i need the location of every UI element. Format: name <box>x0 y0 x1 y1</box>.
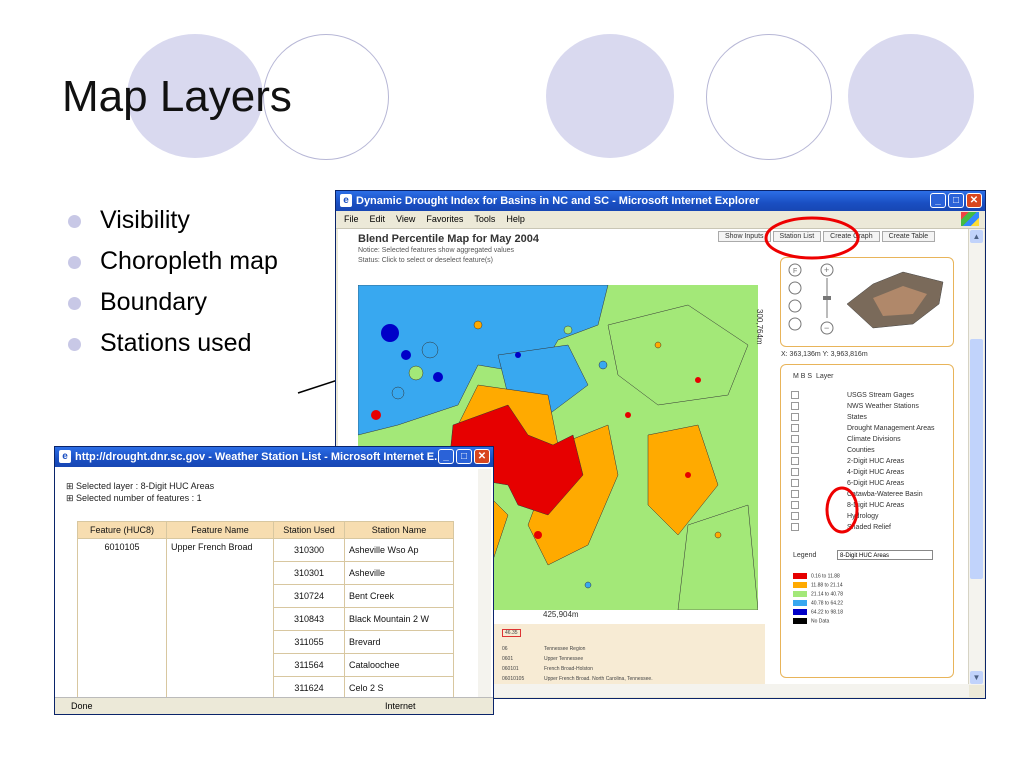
legend-item: No Data <box>793 618 829 625</box>
menu-help[interactable]: Help <box>506 211 525 228</box>
legend-swatch <box>793 582 807 588</box>
horizontal-scale: 425,904m <box>543 610 579 619</box>
legend-item: 21.14 to 40.78 <box>793 591 843 598</box>
minimize-button[interactable]: _ <box>438 449 454 464</box>
legend-item: 0.16 to 11.88 <box>793 573 840 580</box>
station-id-cell: 310300 <box>273 538 345 562</box>
station-name-cell: Asheville Wso Ap <box>344 538 454 562</box>
menu-bar: File Edit View Favorites Tools Help <box>336 211 985 229</box>
bullet-item: Stations used <box>66 323 278 364</box>
close-button[interactable]: ✕ <box>474 449 490 464</box>
station-list-window: e http://drought.dnr.sc.gov - Weather St… <box>54 446 494 715</box>
info-value: 46.35 <box>502 629 521 637</box>
ie-icon: e <box>340 194 352 207</box>
legend-item: 40.78 to 64.22 <box>793 600 843 607</box>
info-row: 0601 Upper Tennessee <box>502 656 584 662</box>
menu-edit[interactable]: Edit <box>370 211 386 228</box>
windows-logo-icon <box>961 212 979 226</box>
status-zone: Internet <box>385 701 416 711</box>
column-header: Feature Name <box>166 521 274 539</box>
popup-window-title: http://drought.dnr.sc.gov - Weather Stat… <box>75 451 444 463</box>
slide-title: Map Layers <box>62 72 292 121</box>
selected-count-text: ⊞ Selected number of features : 1 <box>66 493 202 503</box>
legend-label: 21.14 to 40.78 <box>811 591 843 598</box>
selected-layer-text: ⊞ Selected layer : 8-Digit HUC Areas <box>66 481 215 491</box>
ie-icon: e <box>59 450 71 463</box>
station-table: Feature (HUC8) Feature Name Station Used… <box>77 521 454 700</box>
menu-view[interactable]: View <box>396 211 415 228</box>
maximize-button[interactable]: □ <box>948 193 964 208</box>
station-name-cell: Bent Creek <box>344 584 454 608</box>
decor-ring <box>706 34 832 160</box>
decor-circle <box>848 34 974 158</box>
status-text: Status: Click to select or deselect feat… <box>358 257 493 264</box>
highlight-circles <box>764 216 860 534</box>
info-row: 06 Tennessee Region <box>502 646 586 652</box>
decor-circle <box>546 34 674 158</box>
popup-content: ⊞ Selected layer : 8-Digit HUC Areas ⊞ S… <box>58 469 476 700</box>
legend-label: 40.78 to 64.22 <box>811 600 843 607</box>
menu-favorites[interactable]: Favorites <box>426 211 463 228</box>
menu-file[interactable]: File <box>344 211 359 228</box>
legend-label: 0.16 to 11.88 <box>811 573 840 580</box>
column-header: Station Used <box>273 521 345 539</box>
legend-select[interactable]: 8-Digit HUC Areas <box>837 550 933 560</box>
column-header: Feature (HUC8) <box>77 521 167 539</box>
station-id-cell: 310843 <box>273 607 345 631</box>
station-id-cell: 310724 <box>273 584 345 608</box>
legend-swatch <box>793 591 807 597</box>
station-id-cell: 311055 <box>273 630 345 654</box>
station-name-cell: Black Mountain 2 W <box>344 607 454 631</box>
bullet-item: Boundary <box>66 282 278 323</box>
bullet-item: Choropleth map <box>66 241 278 282</box>
map-title: Blend Percentile Map for May 2004 <box>358 233 539 245</box>
info-row: 060101 French Broad-Holston <box>502 666 593 672</box>
main-title-bar[interactable]: e Dynamic Drought Index for Basins in NC… <box>336 191 985 211</box>
station-name-cell: Cataloochee <box>344 653 454 677</box>
legend-label: 11.88 to 21.14 <box>811 582 843 589</box>
feature-info-box: 46.35 06 Tennessee Region 0601 Upper Tenne… <box>478 624 765 685</box>
column-header: Station Name <box>344 521 454 539</box>
legend-swatch <box>793 573 807 579</box>
legend-swatch <box>793 609 807 615</box>
bullet-list: Visibility Choropleth map Boundary Stati… <box>66 200 278 364</box>
station-name-cell: Asheville <box>344 561 454 585</box>
legend-label: 64.22 to 98.18 <box>811 609 843 616</box>
minimize-button[interactable]: _ <box>930 193 946 208</box>
station-name-cell: Brevard <box>344 630 454 654</box>
close-button[interactable]: ✕ <box>966 193 982 208</box>
station-id-cell: 310301 <box>273 561 345 585</box>
legend-item: 64.22 to 98.18 <box>793 609 843 616</box>
main-vertical-scrollbar[interactable]: ▲ ▼ <box>968 229 984 685</box>
legend-label: Legend <box>793 552 817 559</box>
legend-item: 11.88 to 21.14 <box>793 582 843 589</box>
maximize-button[interactable]: □ <box>456 449 472 464</box>
menu-tools[interactable]: Tools <box>474 211 495 228</box>
bullet-item: Visibility <box>66 200 278 241</box>
legend-swatch <box>793 618 807 624</box>
legend-swatch <box>793 600 807 606</box>
create-table-button[interactable]: Create Table <box>881 231 936 242</box>
main-window-title: Dynamic Drought Index for Basins in NC a… <box>356 195 760 207</box>
feature-name-cell: Upper French Broad <box>166 538 274 700</box>
popup-vertical-scrollbar[interactable] <box>478 469 491 700</box>
station-id-cell: 311564 <box>273 653 345 677</box>
info-row: 06010105 Upper French Broad. North Caroli… <box>502 676 653 682</box>
popup-title-bar[interactable]: e http://drought.dnr.sc.gov - Weather St… <box>55 447 493 467</box>
notice-text: Notice: Selected features show aggregate… <box>358 247 515 254</box>
status-done: Done <box>71 701 93 711</box>
table-row: 6010105 Upper French Broad 310300 Asheville… <box>77 538 454 700</box>
popup-status-bar: Done Internet <box>55 697 493 714</box>
legend-label: No Data <box>811 618 830 625</box>
feature-cell: 6010105 <box>77 538 167 700</box>
